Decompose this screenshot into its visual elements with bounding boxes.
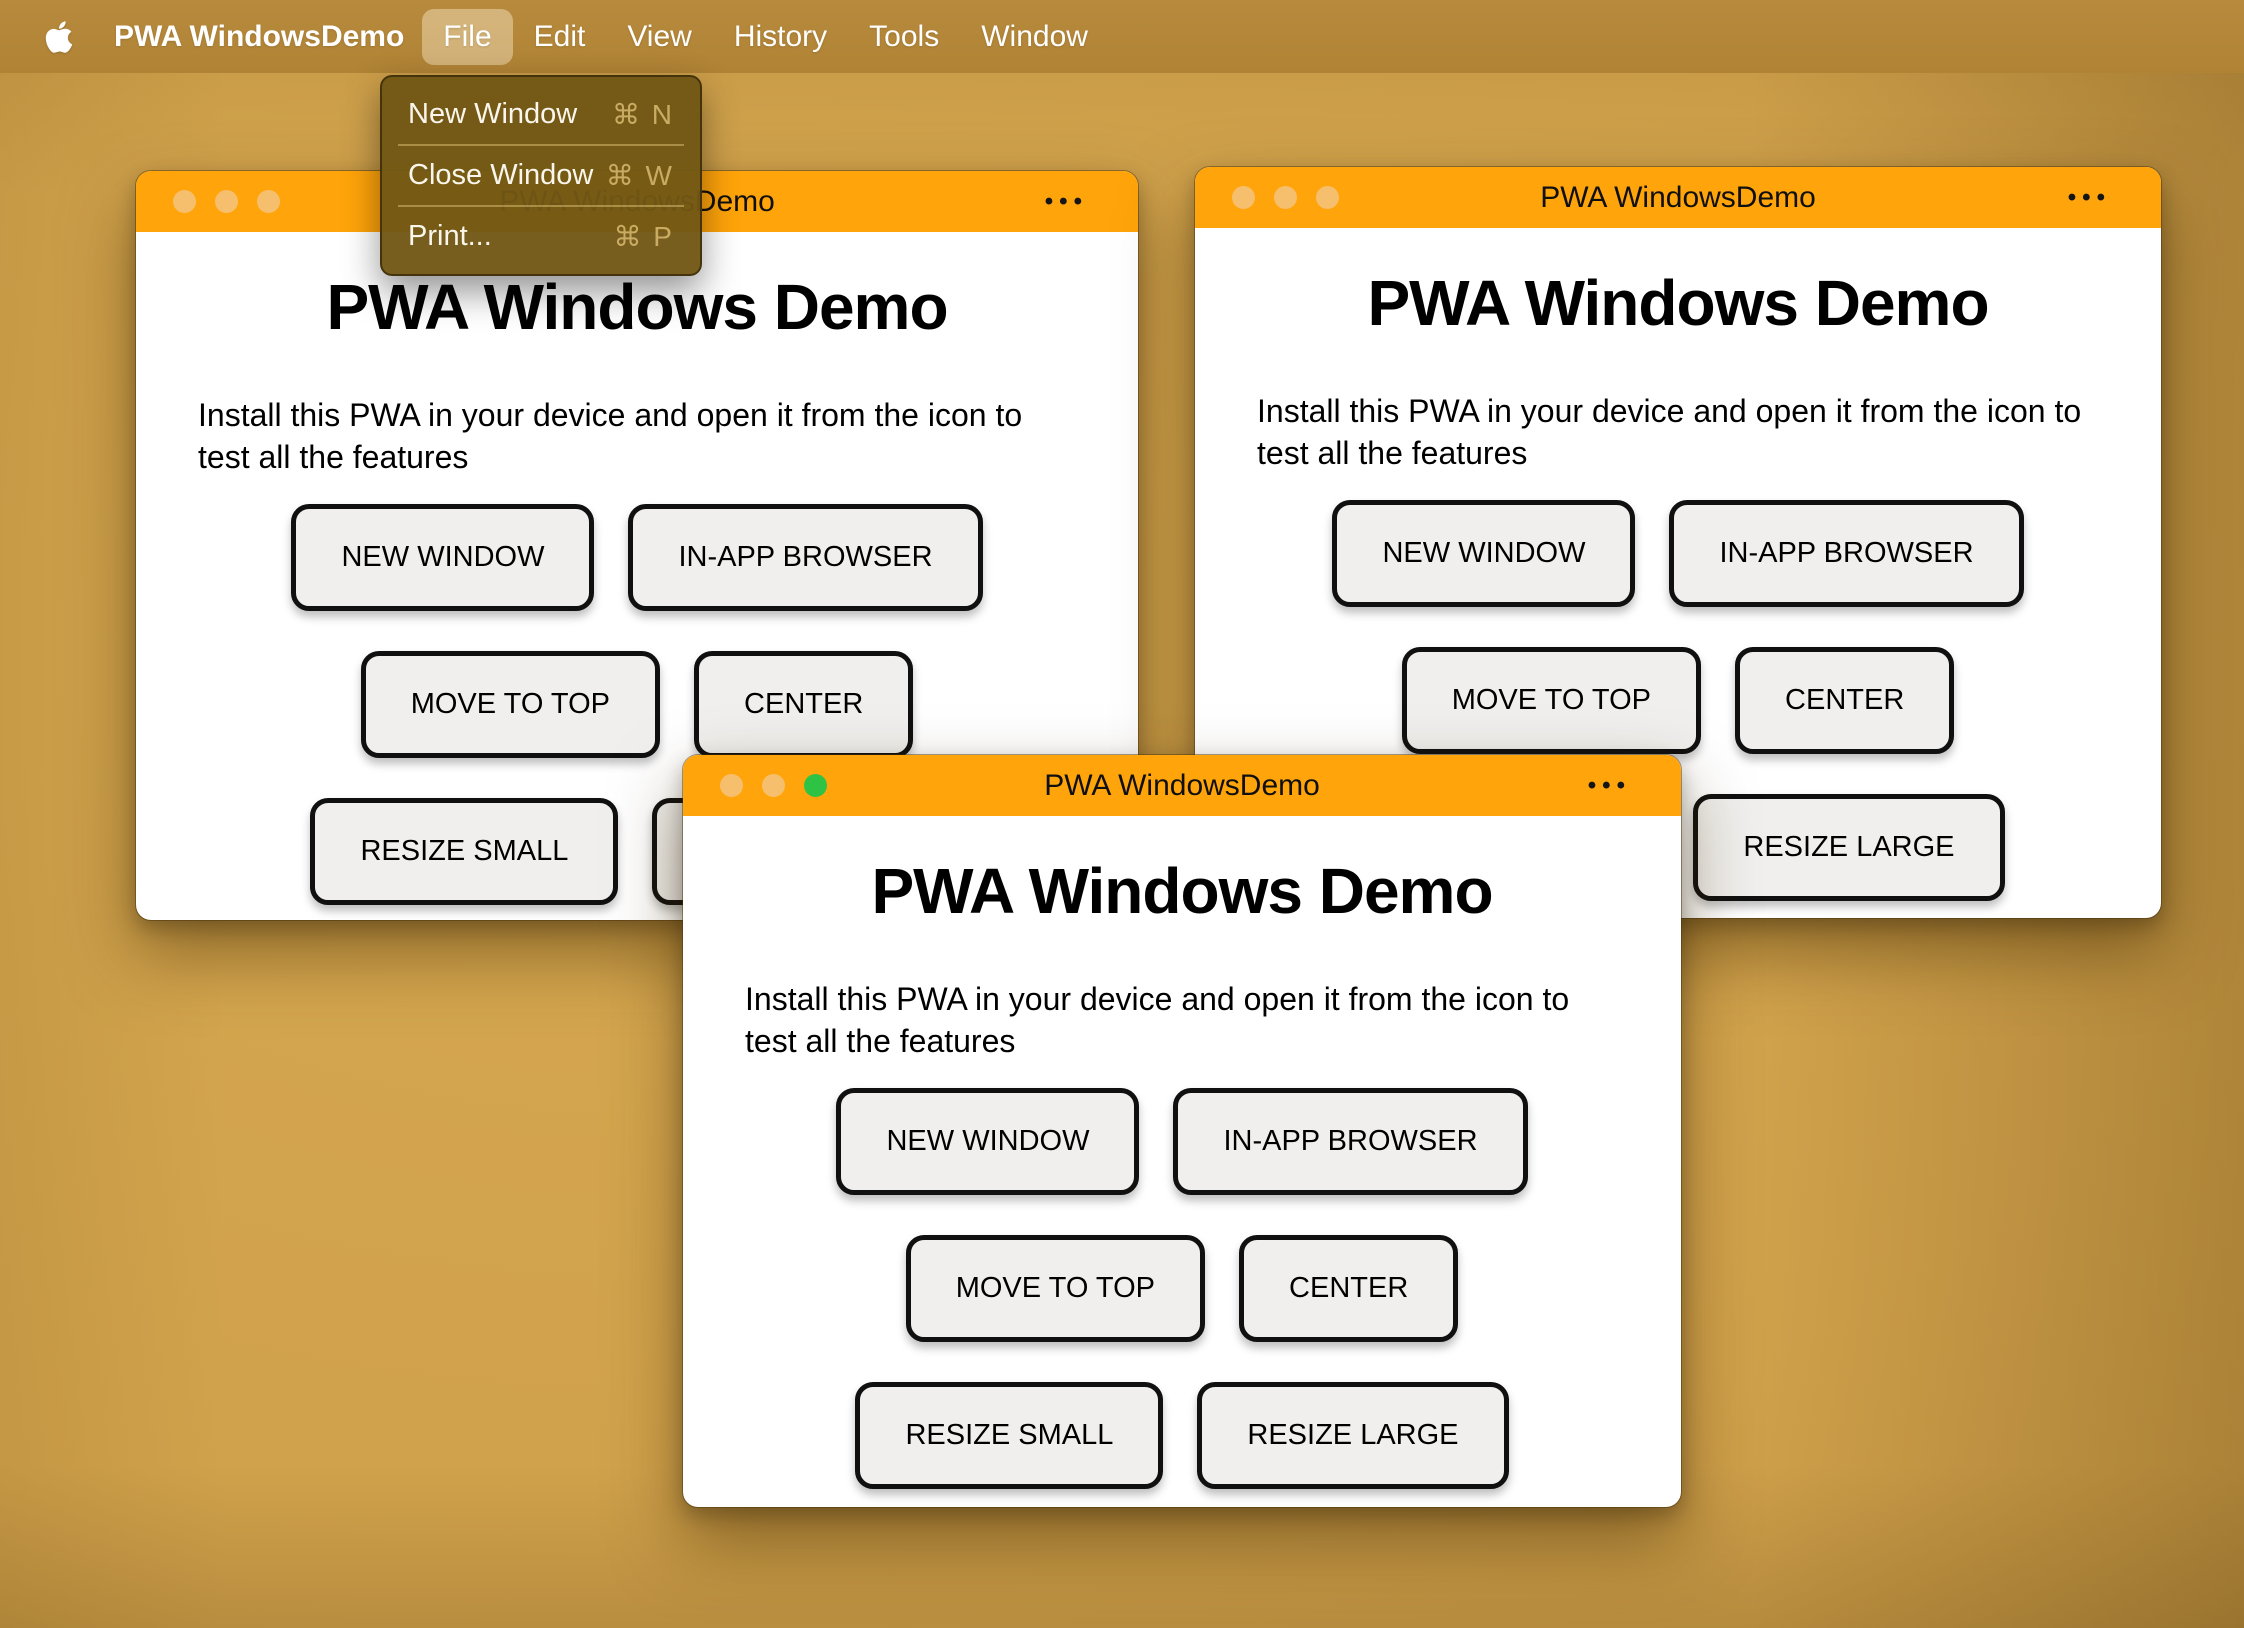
traffic-light-close-button[interactable] (720, 774, 743, 797)
menu-item-close-window[interactable]: Close Window ⌘ W (382, 147, 700, 204)
window-content: PWA Windows Demo Install this PWA in you… (683, 854, 1681, 1489)
description-text: Install this PWA in your device and open… (1257, 393, 2082, 471)
traffic-light-zoom-button[interactable] (257, 190, 280, 213)
menu-bar: PWA WindowsDemo File Edit View History T… (0, 0, 2244, 73)
app-window-front[interactable]: PWA WindowsDemo ••• PWA Windows Demo Ins… (682, 754, 1682, 1508)
menu-separator (398, 205, 684, 207)
window-title: PWA WindowsDemo (1540, 180, 1816, 214)
traffic-lights (720, 755, 827, 816)
traffic-lights (173, 171, 280, 232)
traffic-light-close-button[interactable] (173, 190, 196, 213)
button-row: NEW WINDOW IN-APP BROWSER (745, 1088, 1619, 1195)
traffic-light-minimize-button[interactable] (762, 774, 785, 797)
new-window-button[interactable]: NEW WINDOW (836, 1088, 1140, 1195)
resize-small-button[interactable]: RESIZE SMALL (855, 1382, 1164, 1489)
menu-view[interactable]: View (606, 9, 712, 65)
description-text: Install this PWA in your device and open… (198, 397, 1023, 475)
menu-item-label: Print... (408, 220, 492, 252)
page-title: PWA Windows Demo (871, 855, 1493, 927)
resize-large-button[interactable]: RESIZE LARGE (1197, 1382, 1509, 1489)
description-text: Install this PWA in your device and open… (745, 981, 1570, 1059)
menu-item-label: Close Window (408, 159, 594, 191)
button-row: MOVE TO TOP CENTER (1257, 647, 2099, 754)
traffic-light-minimize-button[interactable] (1274, 186, 1297, 209)
window-titlebar[interactable]: PWA WindowsDemo ••• (683, 755, 1681, 816)
traffic-lights (1232, 167, 1339, 228)
desktop: PWA WindowsDemo ••• PWA Windows Demo Ins… (0, 0, 2244, 1628)
resize-large-button[interactable]: RESIZE LARGE (1693, 794, 2005, 901)
menu-item-shortcut: ⌘ N (612, 99, 674, 130)
traffic-light-zoom-button[interactable] (804, 774, 827, 797)
menu-history[interactable]: History (713, 9, 848, 65)
button-grid: NEW WINDOW IN-APP BROWSER MOVE TO TOP CE… (745, 1088, 1619, 1489)
in-app-browser-button[interactable]: IN-APP BROWSER (628, 504, 983, 611)
button-row: RESIZE SMALL RESIZE LARGE (745, 1382, 1619, 1489)
page-title: PWA Windows Demo (326, 271, 948, 343)
window-more-options-button[interactable]: ••• (1045, 188, 1088, 216)
menubar-app-name[interactable]: PWA WindowsDemo (114, 20, 404, 54)
menu-tools[interactable]: Tools (848, 9, 960, 65)
center-button[interactable]: CENTER (1735, 647, 1955, 754)
window-more-options-button[interactable]: ••• (2068, 184, 2111, 212)
window-title: PWA WindowsDemo (1044, 768, 1320, 802)
traffic-light-zoom-button[interactable] (1316, 186, 1339, 209)
resize-small-button[interactable]: RESIZE SMALL (310, 798, 619, 905)
new-window-button[interactable]: NEW WINDOW (1332, 500, 1636, 607)
traffic-light-minimize-button[interactable] (215, 190, 238, 213)
menu-window[interactable]: Window (960, 9, 1109, 65)
menu-item-label: New Window (408, 98, 578, 130)
menu-item-print[interactable]: Print... ⌘ P (382, 208, 700, 265)
file-menu-dropdown: New Window ⌘ N Close Window ⌘ W Print...… (380, 75, 702, 276)
menu-file[interactable]: File (422, 8, 513, 65)
menu-separator (398, 144, 684, 146)
menu-edit[interactable]: Edit (513, 9, 607, 65)
traffic-light-close-button[interactable] (1232, 186, 1255, 209)
button-row: MOVE TO TOP CENTER (198, 651, 1076, 758)
button-row: NEW WINDOW IN-APP BROWSER (1257, 500, 2099, 607)
new-window-button[interactable]: NEW WINDOW (291, 504, 595, 611)
in-app-browser-button[interactable]: IN-APP BROWSER (1173, 1088, 1528, 1195)
button-row: NEW WINDOW IN-APP BROWSER (198, 504, 1076, 611)
menu-item-shortcut: ⌘ W (605, 160, 674, 191)
in-app-browser-button[interactable]: IN-APP BROWSER (1669, 500, 2024, 607)
apple-menu-icon[interactable] (44, 19, 74, 55)
window-titlebar[interactable]: PWA WindowsDemo ••• (1195, 167, 2161, 228)
page-title: PWA Windows Demo (1367, 267, 1989, 339)
menu-item-shortcut: ⌘ P (613, 221, 674, 252)
button-row: MOVE TO TOP CENTER (745, 1235, 1619, 1342)
move-to-top-button[interactable]: MOVE TO TOP (1401, 647, 1702, 754)
menu-item-new-window[interactable]: New Window ⌘ N (382, 86, 700, 143)
move-to-top-button[interactable]: MOVE TO TOP (905, 1235, 1206, 1342)
move-to-top-button[interactable]: MOVE TO TOP (360, 651, 661, 758)
window-more-options-button[interactable]: ••• (1588, 772, 1631, 800)
center-button[interactable]: CENTER (694, 651, 914, 758)
center-button[interactable]: CENTER (1239, 1235, 1459, 1342)
